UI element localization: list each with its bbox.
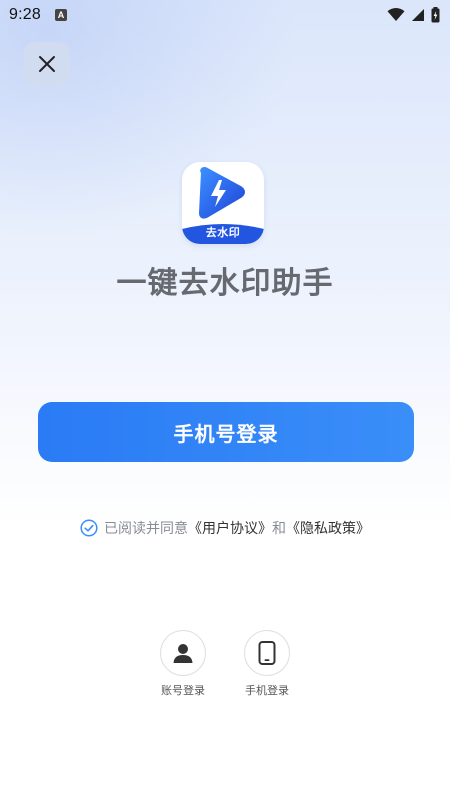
account-login-circle xyxy=(160,630,206,676)
status-time: 9:28 xyxy=(9,6,41,23)
phone-login-option-label: 手机登录 xyxy=(245,684,289,697)
battery-icon xyxy=(431,7,440,23)
agreement-conjunction: 和 xyxy=(272,521,286,537)
wifi-icon xyxy=(387,8,405,21)
login-screen: 9:28 A 去水印 一键去水印助手 手机号登录 已阅读并同意 《用户协议》 和… xyxy=(0,0,450,800)
phone-login-circle xyxy=(244,630,290,676)
account-login-label: 账号登录 xyxy=(161,684,205,697)
notification-a-icon: A xyxy=(54,9,67,21)
agreement-row: 已阅读并同意 《用户协议》 和 《隐私政策》 xyxy=(0,518,450,538)
alt-login-options: 账号登录 手机登录 xyxy=(0,630,450,698)
status-icons xyxy=(387,7,440,23)
user-icon xyxy=(173,644,193,663)
privacy-policy-link[interactable]: 《隐私政策》 xyxy=(286,518,370,538)
phone-login-option-button[interactable]: 手机登录 xyxy=(244,630,290,698)
account-login-button[interactable]: 账号登录 xyxy=(160,630,206,698)
status-bar: 9:28 A xyxy=(0,0,450,30)
user-agreement-link[interactable]: 《用户协议》 xyxy=(188,518,272,538)
close-button[interactable] xyxy=(24,42,70,86)
close-icon xyxy=(39,56,55,72)
checkbox-checked-icon[interactable] xyxy=(80,519,98,537)
agreement-prefix: 已阅读并同意 xyxy=(104,521,188,537)
phone-icon xyxy=(258,641,276,665)
signal-icon xyxy=(412,9,424,21)
app-name: 一键去水印助手 xyxy=(116,266,334,301)
phone-login-button[interactable]: 手机号登录 xyxy=(38,402,414,462)
app-icon-label: 去水印 xyxy=(205,226,241,239)
app-logo: 去水印 xyxy=(182,162,264,244)
